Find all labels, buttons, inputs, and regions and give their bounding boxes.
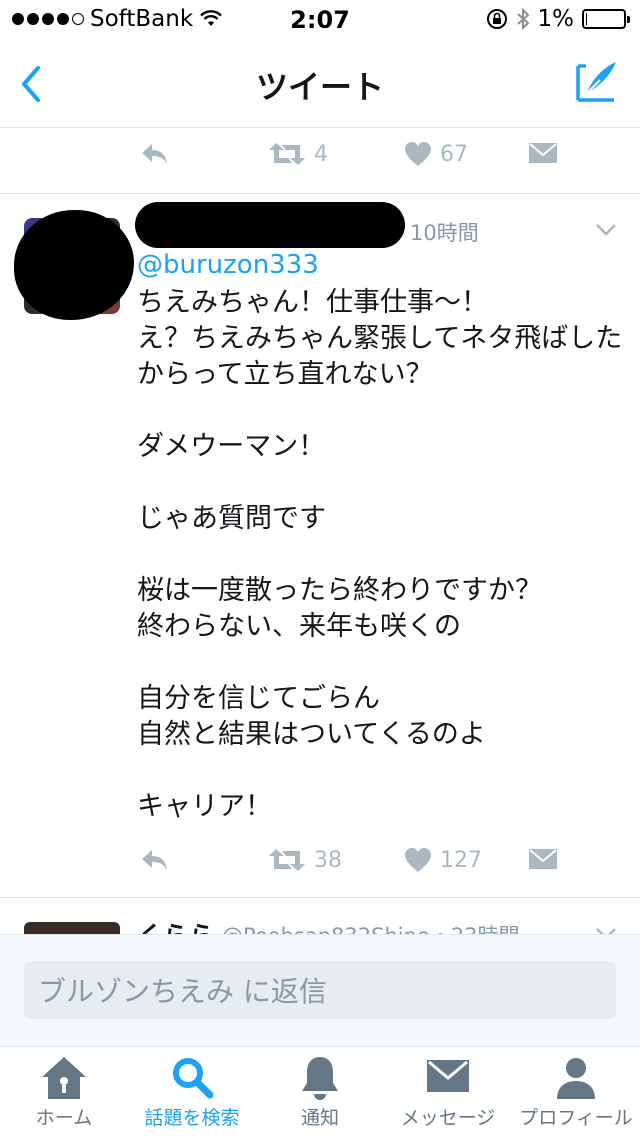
chevron-down-icon[interactable] <box>594 926 618 934</box>
tweet-handle-link[interactable]: @buruzon333 <box>137 250 319 280</box>
battery-icon <box>582 9 630 29</box>
tab-label: 話題を検索 <box>144 1107 240 1129</box>
tab-messages[interactable]: メッセージ <box>384 1047 512 1137</box>
retweet-button[interactable]: 4 <box>268 141 328 167</box>
tweet-text: ちえみちゃん！仕事仕事〜！ え？ちえみちゃん緊張してネタ飛ばしたからって立ち直れ… <box>137 287 623 822</box>
tab-search[interactable]: 話題を検索 <box>128 1047 256 1137</box>
reply-button[interactable] <box>138 846 170 874</box>
reply-button[interactable] <box>138 140 170 168</box>
next-tweet-name: くらら <box>137 916 215 934</box>
tab-profile[interactable]: プロフィール <box>512 1047 640 1137</box>
like-button[interactable]: 67 <box>404 141 468 167</box>
like-button[interactable]: 127 <box>404 847 482 873</box>
tab-label: メッセージ <box>400 1107 496 1129</box>
tab-label: プロフィール <box>519 1107 633 1129</box>
tab-label: ホーム <box>35 1107 93 1129</box>
status-right: 1% <box>486 6 630 32</box>
retweet-count: 38 <box>314 847 342 873</box>
reply-bar: ブルゾンちえみ に返信 <box>0 934 640 1046</box>
reply-icon <box>142 144 167 164</box>
envelope-icon <box>529 849 557 869</box>
person-icon <box>557 1058 595 1099</box>
direct-message-button[interactable] <box>528 142 558 164</box>
search-icon <box>173 1058 214 1099</box>
retweet-button[interactable]: 38 <box>268 847 342 873</box>
direct-message-button[interactable] <box>528 848 558 870</box>
divider <box>0 193 640 194</box>
like-count: 127 <box>440 847 482 873</box>
home-icon <box>42 1057 86 1099</box>
heart-icon <box>405 848 431 872</box>
status-bar: SoftBank 2:07 1% <box>0 0 640 40</box>
envelope-icon <box>529 143 557 163</box>
tab-notifications[interactable]: 通知 <box>256 1047 384 1137</box>
rotation-lock-icon <box>486 9 507 29</box>
chevron-down-icon[interactable] <box>594 222 618 238</box>
tab-label: 通知 <box>300 1107 339 1129</box>
next-tweet[interactable]: くらら @Poohsan832Shine・23時間 <box>0 898 640 934</box>
avatar[interactable] <box>24 922 120 934</box>
retweet-icon <box>269 849 305 871</box>
page-title: ツイート <box>255 68 384 106</box>
navigation-bar: ツイート <box>0 40 640 128</box>
bell-icon <box>302 1057 338 1100</box>
battery-fill <box>586 13 587 25</box>
next-tweet-handle: @Poohsan832Shine・23時間 <box>222 920 520 934</box>
retweet-count: 4 <box>314 141 328 167</box>
reply-icon <box>142 850 167 870</box>
battery-percent: 1% <box>537 6 575 32</box>
tab-home[interactable]: ホーム <box>0 1047 128 1137</box>
envelope-icon <box>427 1060 469 1092</box>
compose-tweet-icon[interactable] <box>574 58 620 104</box>
reply-input[interactable]: ブルゾンちえみ に返信 <box>24 961 616 1019</box>
tab-bar: ホーム 話題を検索 通知 メッセージ プロフィール <box>0 1046 640 1136</box>
tweet-timestamp: 10時間 <box>410 221 479 245</box>
heart-icon <box>405 142 431 166</box>
like-count: 67 <box>440 141 468 167</box>
display-name-redaction <box>135 202 405 248</box>
retweet-icon <box>269 143 305 165</box>
bluetooth-icon <box>516 7 529 31</box>
avatar-redaction <box>14 210 134 320</box>
